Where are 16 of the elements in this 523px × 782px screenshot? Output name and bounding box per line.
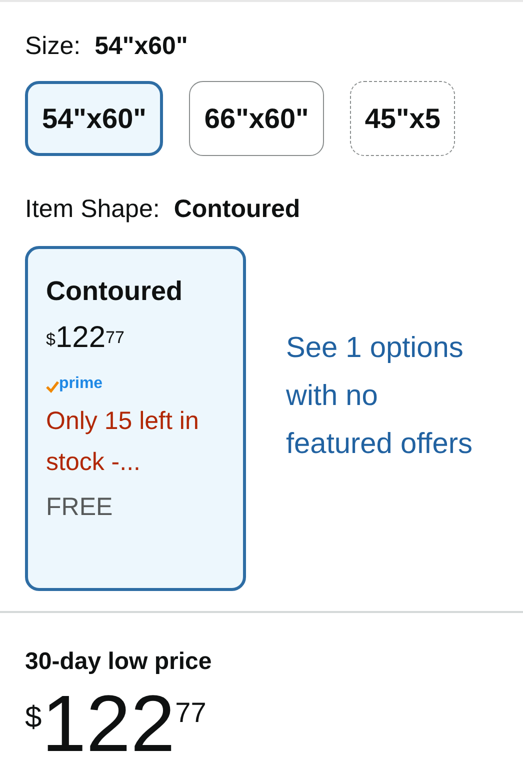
size-option[interactable]: 66"x60"	[189, 81, 324, 156]
check-icon	[46, 381, 59, 393]
stock-notice: Only 15 left in stock -...	[46, 406, 200, 478]
option-title: Contoured	[46, 275, 184, 308]
item-shape-label: Item Shape:	[25, 194, 160, 225]
size-option[interactable]: 54"x60"	[25, 81, 164, 156]
low-price-heading: 30-day low price	[25, 647, 213, 677]
options-link[interactable]: See 1 options with no featured offers	[286, 324, 486, 591]
delivery-text: FREE	[46, 492, 114, 523]
selected-shape-label: Contoured	[174, 194, 300, 225]
shape-option-card[interactable]: Contoured $12277 prime Only 15 left in stock -... FREE	[25, 246, 246, 591]
prime-label: prime	[59, 375, 103, 393]
size-option[interactable]: 45"x5	[350, 81, 456, 156]
selected-size: 54"x60"	[94, 31, 188, 62]
size-label: Size:	[25, 31, 81, 62]
option-price: $12277	[46, 323, 126, 353]
